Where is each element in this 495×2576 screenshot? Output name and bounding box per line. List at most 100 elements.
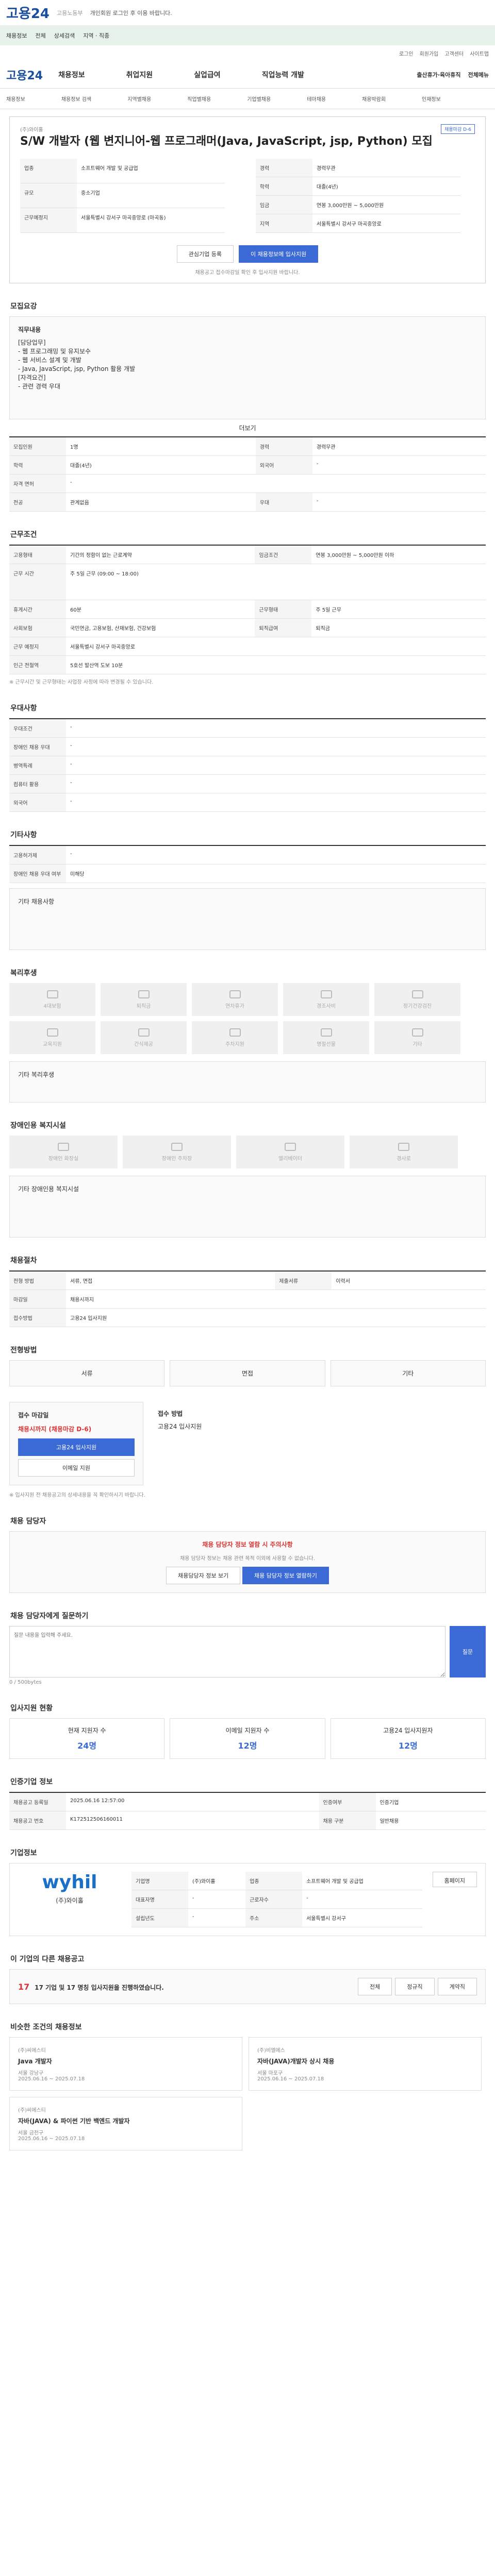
corp-box: wyhil (주)와이홀 기업명 (주)와이홀 업종 소프트웨어 개발 및 공급업 대… — [9, 1863, 486, 1936]
menu-item[interactable]: 취업지원 — [126, 70, 153, 80]
row-label: 전형 방법 — [9, 1271, 66, 1290]
related-card[interactable]: (주)비엘에스 자바(JAVA)개발자 상시 채용 서울 마포구 2025.06… — [249, 2037, 482, 2091]
deadline-title: 접수 마감일 — [18, 1412, 49, 1419]
row-label: 근무 예정지 — [9, 637, 66, 656]
row-value: - — [66, 774, 486, 793]
company-info: 업종 소프트웨어 개발 및 공급업 규모 중소기업 근무예정지 서울특별시 강서구 마… — [20, 159, 225, 233]
related-card[interactable]: (주)씨에스티 자바(JAVA) & 파이썬 기반 백엔드 개발자 서울 금천구… — [9, 2097, 242, 2150]
all-menu-button[interactable]: 전체메뉴 — [468, 71, 489, 79]
row-value: - — [312, 493, 486, 512]
help-link[interactable]: 고객센터 — [444, 49, 464, 57]
row-value: 주 5일 근무 — [311, 600, 486, 619]
related-location: 서울 강남구 — [18, 2071, 44, 2076]
section-title: 전형방법 — [10, 1346, 37, 1354]
related-company: (주)씨에스티 — [18, 2108, 46, 2113]
sub-nav-item[interactable]: 기업별채용 — [247, 95, 271, 103]
related-card[interactable]: (주)씨에스티 Java 개발자 서울 강남구 2025.06.16 ~ 202… — [9, 2037, 242, 2091]
interest-button[interactable]: 관심기업 등록 — [176, 245, 234, 263]
row-label: 퇴직급여 — [255, 618, 312, 637]
question-submit-button[interactable]: 질문 — [450, 1626, 486, 1677]
menu-item[interactable]: 채용정보 — [58, 70, 85, 80]
contact-warning: 채용 담당자 정보 열람 시 주의사항 — [202, 1541, 293, 1548]
sub-nav-item[interactable]: 채용박람회 — [362, 95, 386, 103]
row-value: - — [66, 737, 486, 756]
sitemap-link[interactable]: 사이트맵 — [470, 49, 489, 57]
welfare-tile: 명절선물 — [283, 1021, 369, 1054]
green-item[interactable]: 지역 · 직종 — [83, 31, 109, 40]
welfare-label: 교육지원 — [43, 1041, 62, 1047]
welfare-tile: 주차지원 — [192, 1021, 278, 1054]
green-item[interactable]: 상세검색 — [54, 31, 75, 40]
sub-nav-item[interactable]: 채용정보 검색 — [61, 95, 91, 103]
green-item[interactable]: 채용정보 — [6, 31, 27, 40]
facility-icon — [285, 1142, 296, 1151]
contact-open-button[interactable]: 채용 담당자 정보 열람하기 — [242, 1567, 329, 1584]
related-title: 자바(JAVA)개발자 상시 채용 — [257, 2058, 335, 2065]
row-value: 인증기업 — [375, 1792, 486, 1811]
contact-view-button[interactable]: 채용담당자 정보 보기 — [166, 1567, 241, 1584]
sub-nav-item[interactable]: 지역별채용 — [127, 95, 151, 103]
green-item[interactable]: 전체 — [35, 31, 45, 40]
work-note: ※ 근무시간 및 근무형태는 사업장 사정에 따라 변경될 수 있습니다. — [9, 680, 154, 685]
brand-logo[interactable]: 고용24 — [6, 66, 43, 83]
row-value: 이력서 — [332, 1271, 486, 1290]
welfare-other: 기타 복리후생 — [18, 1071, 55, 1078]
row-value: 관계없음 — [66, 493, 256, 512]
row-label: 인근 전철역 — [9, 655, 66, 674]
menu-item[interactable]: 실업급여 — [194, 70, 221, 80]
welfare-label: 주차지원 — [225, 1041, 244, 1047]
duty-line: - 웹 프로그래밍 및 유지보수 — [18, 348, 91, 355]
section-title: 인증기업 정보 — [10, 1778, 53, 1786]
apply-button[interactable]: 이 채용정보에 입사지원 — [239, 245, 319, 263]
row-label: 접수방법 — [9, 1308, 66, 1327]
row-value: 서울특별시 강서구 마곡중앙로 — [312, 214, 460, 233]
sub-nav: 채용정보 채용정보 검색 지역별채용 직업별채용 기업별채용 테마채용 채용박람… — [0, 89, 495, 109]
row-value: 국민연금, 고용보험, 산재보험, 건강보험 — [66, 618, 255, 637]
question-input[interactable] — [9, 1626, 446, 1677]
welfare-label: 정기건강검진 — [403, 1003, 432, 1009]
disabled-other: 기타 장애인용 복지시설 — [18, 1185, 79, 1193]
welfare-icon — [46, 1028, 58, 1037]
top-logo[interactable]: 고용24 — [6, 3, 50, 22]
row-label: 학력 — [255, 177, 312, 196]
sub-nav-item[interactable]: 인재정보 — [422, 95, 441, 103]
duty-line: - 관련 경력 우대 — [18, 383, 61, 390]
welfare-label: 4대보험 — [43, 1003, 61, 1009]
similar-desc: 17 기업 및 17 명칭 입사지원을 진행하였습니다. — [35, 1984, 164, 1991]
contact-box: 채용 담당자 정보 열람 시 주의사항 채용 담당자 정보는 채용 관련 목적 … — [9, 1531, 486, 1593]
corp-logo-box: wyhil (주)와이홀 — [18, 1872, 121, 1927]
welfare-tile: 정기건강검진 — [374, 983, 460, 1016]
join-link[interactable]: 회원가입 — [420, 49, 439, 57]
leave-menu[interactable]: 출산휴가·육아휴직 — [417, 71, 460, 79]
related-list: (주)씨에스티 Java 개발자 서울 강남구 2025.06.16 ~ 202… — [9, 2037, 486, 2150]
row-value: 서울특별시 강서구 — [302, 1908, 422, 1927]
stat-label: 이메일 지원자 수 — [225, 1727, 270, 1734]
login-link[interactable]: 로그인 — [399, 49, 414, 57]
deadline-box: 접수 마감일 채용시까지 (채용마감 D-6) 고용24 입사지원 이메일 지원 — [9, 1402, 143, 1485]
row-value: 퇴직금 — [311, 618, 486, 637]
row-label: 고용허가제 — [9, 845, 66, 865]
section-title: 입사지원 현황 — [10, 1704, 53, 1713]
similar-tab[interactable]: 정규직 — [395, 1978, 435, 1995]
similar-tab[interactable]: 계약직 — [437, 1978, 477, 1995]
related-title: 자바(JAVA) & 파이썬 기반 백엔드 개발자 — [18, 2117, 130, 2125]
sub-nav-item[interactable]: 채용정보 — [6, 95, 25, 103]
stats-row: 현재 지원자 수 24명 이메일 지원자 수 12명 고용24 입사지원자 12명 — [9, 1718, 486, 1759]
email-apply-button[interactable]: 이메일 지원 — [18, 1459, 135, 1477]
welfare-icon — [411, 1028, 423, 1037]
row-label: 채용 구분 — [319, 1811, 376, 1830]
disabled-tile: 엘리베이터 — [236, 1136, 344, 1168]
apply-now-button[interactable]: 고용24 입사지원 — [18, 1438, 135, 1456]
similar-tab[interactable]: 전체 — [358, 1978, 392, 1995]
row-value: - — [66, 793, 486, 812]
homepage-button[interactable]: 홈페이지 — [432, 1872, 477, 1887]
row-value: 경력무관 — [312, 159, 460, 177]
row-value: 연봉 3,000만원 ~ 5,000만원 — [312, 195, 460, 214]
stat-label: 현재 지원자 수 — [68, 1727, 106, 1734]
menu-item[interactable]: 직업능력 개발 — [262, 70, 304, 80]
welfare-icon — [320, 990, 332, 998]
sub-nav-item[interactable]: 직업별채용 — [187, 95, 211, 103]
sub-nav-item[interactable]: 테마채용 — [307, 95, 326, 103]
similar-box: 17 17 기업 및 17 명칭 입사지원을 진행하였습니다. 전체 정규직 계… — [9, 1969, 486, 2004]
more-button[interactable]: 더보기 — [9, 423, 486, 432]
